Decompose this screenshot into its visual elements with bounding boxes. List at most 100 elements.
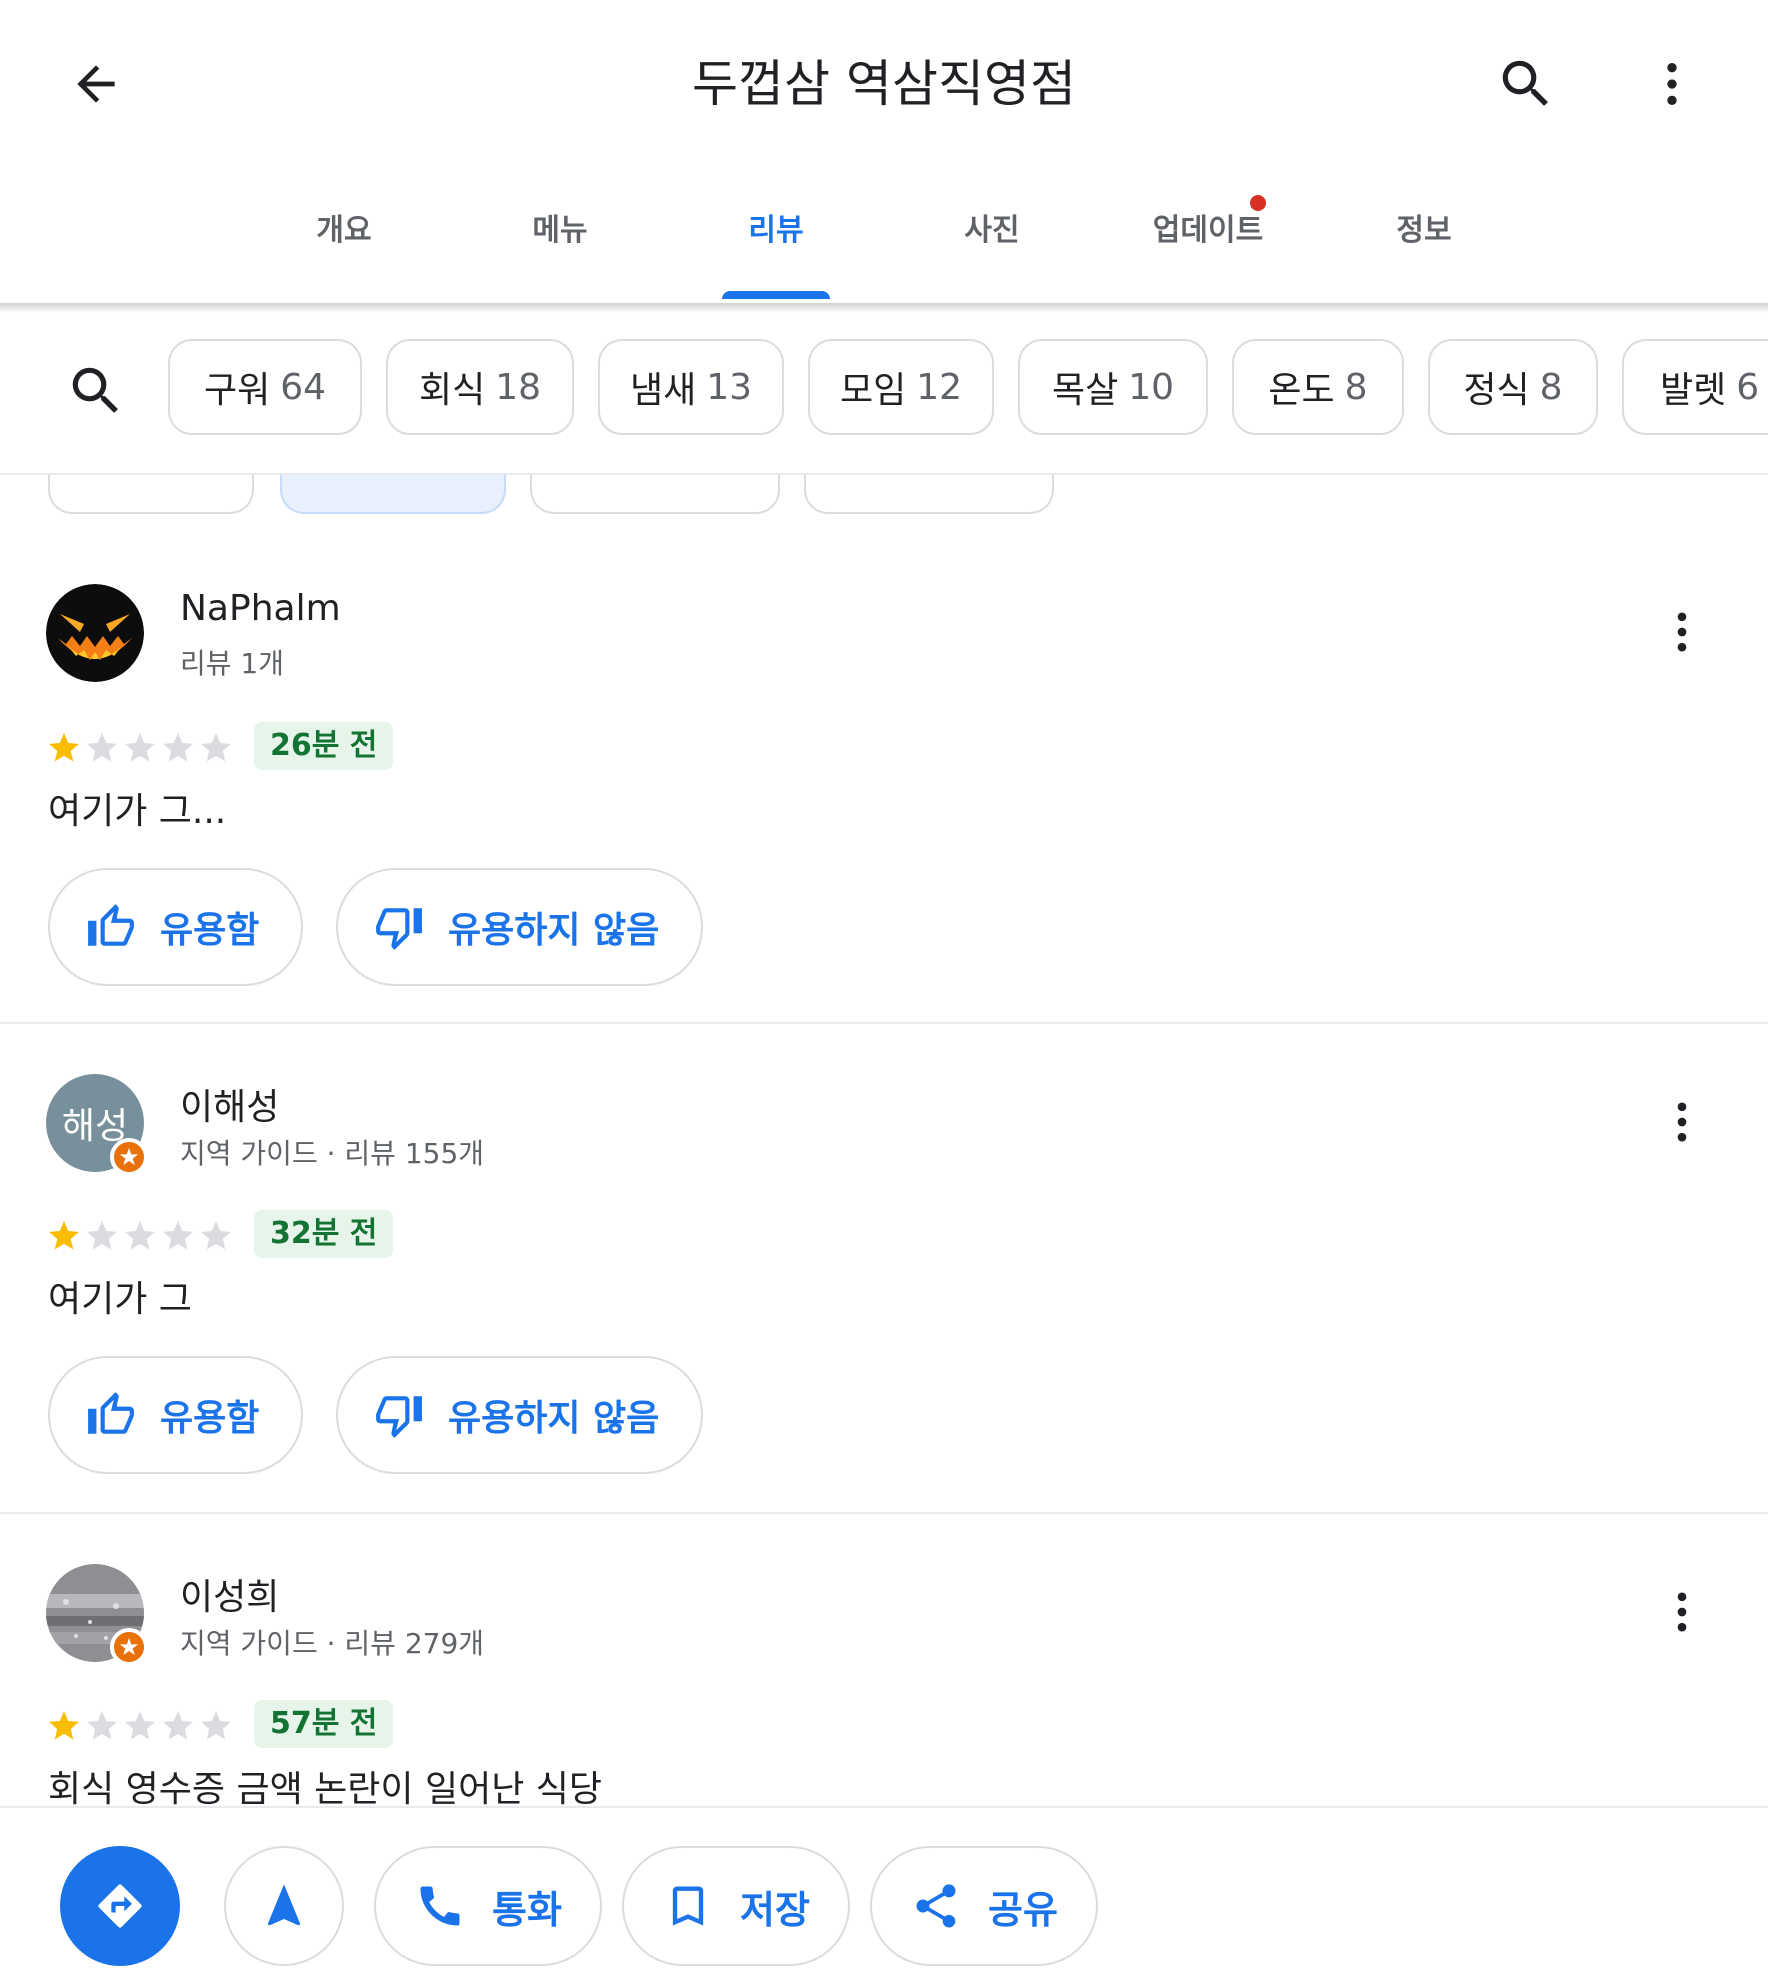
not-helpful-button[interactable]: 유용하지 않음: [336, 1356, 704, 1474]
save-button[interactable]: 저장: [622, 1846, 850, 1966]
chip-label: 정식: [1463, 370, 1530, 411]
tab-overview[interactable]: 개요: [236, 195, 452, 305]
reviewer-meta: 지역 가이드 · 리뷰 155개: [180, 1137, 485, 1170]
more-vert-icon: [1677, 1102, 1687, 1142]
share-label: 공유: [988, 1887, 1058, 1932]
avatar[interactable]: [46, 1564, 148, 1666]
thumb-down-icon: [376, 908, 422, 950]
star-filled-icon: [49, 733, 79, 762]
star-rating: [46, 1708, 234, 1744]
chip-label: 냄새: [629, 370, 697, 411]
review-text[interactable]: 여기가 그: [48, 1270, 192, 1322]
star-empty-icon: [87, 1711, 117, 1740]
local-guide-star-icon: [119, 1147, 139, 1166]
chip-count: 12: [916, 366, 963, 408]
tabs-shadow: [0, 303, 1768, 313]
more-vert-icon: [1677, 612, 1687, 652]
reviewer-name[interactable]: NaPhalm: [180, 588, 341, 629]
search-icon: [72, 367, 118, 413]
helpful-label: 유용함: [160, 1398, 260, 1439]
review-topic-chips: 구워 64 회식 18 냄새 13 모임 12 목살 10 온도 8 정식 8 발렛 6: [0, 313, 1768, 475]
topic-chip[interactable]: 회식 18: [386, 339, 574, 435]
star-empty-icon: [87, 733, 117, 762]
share-button[interactable]: 공유: [870, 1846, 1098, 1966]
topic-chip[interactable]: 온도 8: [1232, 339, 1404, 435]
tab-label: 사진: [964, 213, 1020, 248]
reviewer-meta: 지역 가이드 · 리뷰 279개: [180, 1627, 485, 1660]
chip-count: 10: [1128, 366, 1175, 408]
search-button[interactable]: [1490, 48, 1562, 120]
not-helpful-button[interactable]: 유용하지 않음: [336, 868, 704, 986]
topic-chip[interactable]: 정식 8: [1428, 339, 1598, 435]
directions-button[interactable]: [60, 1846, 180, 1966]
review-text[interactable]: 여기가 그...: [48, 782, 226, 834]
bottom-action-bar: 통화 저장 공유: [0, 1806, 1768, 1976]
chip-count: 18: [495, 366, 542, 408]
star-filled-icon: [49, 1711, 79, 1740]
chip-count: 8: [1344, 366, 1368, 408]
phone-icon: [420, 1886, 460, 1926]
tab-bar: 개요 메뉴 리뷰 사진 업데이트 정보: [0, 195, 1768, 305]
thumb-up-icon: [88, 904, 134, 946]
review-more-button[interactable]: [1652, 1576, 1712, 1648]
review-divider: [0, 1512, 1768, 1514]
helpful-button[interactable]: 유용함: [48, 1356, 304, 1474]
star-empty-icon: [125, 1711, 155, 1740]
tab-photos[interactable]: 사진: [884, 195, 1100, 305]
tab-label: 업데이트: [1152, 213, 1264, 248]
local-guide-badge: [110, 1628, 148, 1666]
not-helpful-label: 유용하지 않음: [448, 910, 660, 951]
search-icon: [1502, 60, 1548, 106]
topic-chip[interactable]: 발렛 6: [1622, 339, 1768, 435]
notification-dot: [1250, 195, 1266, 211]
more-vert-icon: [1667, 63, 1677, 105]
avatar[interactable]: [46, 584, 144, 682]
not-helpful-label: 유용하지 않음: [448, 1398, 660, 1439]
chip-label: 온도: [1268, 370, 1335, 411]
star-empty-icon: [125, 1221, 155, 1250]
topic-chip[interactable]: 냄새 13: [598, 339, 784, 435]
reviewer-name[interactable]: 이해성: [180, 1078, 279, 1130]
topic-chip[interactable]: 구워 64: [168, 339, 362, 435]
bookmark-icon: [672, 1886, 704, 1926]
start-navigation-button[interactable]: [224, 1846, 344, 1966]
review-more-button[interactable]: [1652, 1086, 1712, 1158]
more-vert-icon: [1677, 1592, 1687, 1632]
star-rating: [46, 1218, 234, 1254]
call-button[interactable]: 통화: [374, 1846, 602, 1966]
topic-chip[interactable]: 모임 12: [808, 339, 994, 435]
avatar[interactable]: 해성: [46, 1074, 148, 1176]
star-empty-icon: [201, 1711, 231, 1740]
call-label: 통화: [492, 1887, 562, 1932]
star-empty-icon: [87, 1221, 117, 1250]
topic-chip[interactable]: 목살 10: [1018, 339, 1208, 435]
share-icon: [916, 1884, 956, 1928]
more-options-button[interactable]: [1636, 48, 1708, 120]
review-text[interactable]: 회식 영수증 금액 논란이 일어난 식당: [48, 1760, 602, 1812]
review-time-badge: 57분 전: [254, 1700, 394, 1748]
app-header: 두껍삼 역삼직영점: [0, 0, 1768, 170]
tab-label: 개요: [316, 213, 372, 248]
star-filled-icon: [49, 1221, 79, 1250]
chip-label: 목살: [1051, 370, 1119, 411]
chip-label: 회식: [418, 370, 486, 411]
thumb-down-icon: [376, 1396, 422, 1438]
tab-label: 리뷰: [748, 213, 804, 248]
star-rating: [46, 730, 234, 766]
search-reviews-button[interactable]: [58, 353, 134, 429]
star-empty-icon: [201, 733, 231, 762]
local-guide-badge: [110, 1138, 148, 1176]
tab-reviews[interactable]: 리뷰: [668, 195, 884, 305]
tab-info[interactable]: 정보: [1316, 195, 1532, 305]
local-guide-star-icon: [119, 1637, 139, 1656]
star-empty-icon: [163, 1221, 193, 1250]
chip-label: 발렛: [1660, 370, 1727, 411]
tab-updates[interactable]: 업데이트: [1100, 195, 1316, 305]
chip-count: 8: [1539, 366, 1563, 408]
review-divider: [0, 1022, 1768, 1024]
tab-menu[interactable]: 메뉴: [452, 195, 668, 305]
reviewer-name[interactable]: 이성희: [180, 1568, 279, 1620]
star-empty-icon: [163, 1711, 193, 1740]
review-more-button[interactable]: [1652, 596, 1712, 668]
helpful-button[interactable]: 유용함: [48, 868, 304, 986]
